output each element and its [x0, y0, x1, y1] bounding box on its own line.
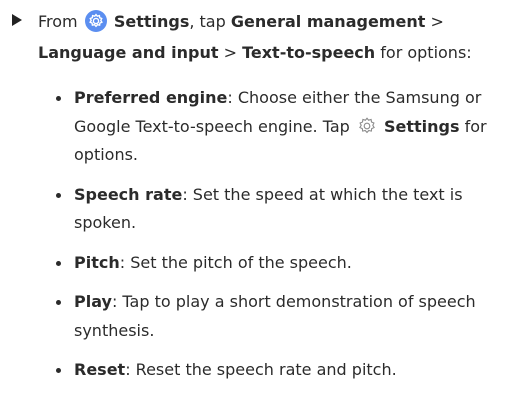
option-desc: : Reset the speech rate and pitch.: [125, 360, 397, 379]
general-management-label: General management: [230, 12, 426, 31]
from-label: From: [38, 12, 78, 31]
option-desc: : Set the pitch of the speech.: [119, 252, 352, 272]
tap-text: , tap: [189, 12, 226, 31]
list-item: Play: Tap to play a short demonstration …: [56, 288, 520, 345]
settings-label: Settings: [384, 116, 460, 136]
text-to-speech-label: Text-to-speech: [242, 43, 376, 62]
option-label: Play: [74, 292, 112, 311]
list-item: Speech rate: Set the speed at which the …: [56, 181, 520, 238]
option-label: Speech rate: [74, 184, 183, 204]
list-item: Pitch: Set the pitch of the speech.: [56, 249, 520, 278]
language-and-input-label: Language and input: [38, 43, 219, 62]
gear-outline-icon: [359, 116, 375, 133]
tail-text: for options:: [380, 43, 472, 62]
triangle-right-icon: [12, 14, 22, 26]
list-item: Preferred engine: Choose either the Sams…: [56, 84, 520, 170]
instruction-text: From Settings, tap General management > …: [38, 6, 522, 68]
breadcrumb-separator: >: [223, 43, 237, 62]
settings-label: Settings: [113, 12, 190, 31]
option-label: Preferred engine: [74, 88, 228, 107]
breadcrumb-separator: >: [430, 12, 444, 31]
option-label: Pitch: [74, 252, 120, 272]
list-item: Reset: Reset the speech rate and pitch.: [56, 356, 520, 385]
settings-gear-icon: [84, 10, 107, 32]
options-list: Preferred engine: Choose either the Sams…: [56, 84, 520, 385]
option-label: Reset: [74, 360, 126, 379]
option-desc: : Tap to play a short demonstration of s…: [74, 292, 476, 340]
